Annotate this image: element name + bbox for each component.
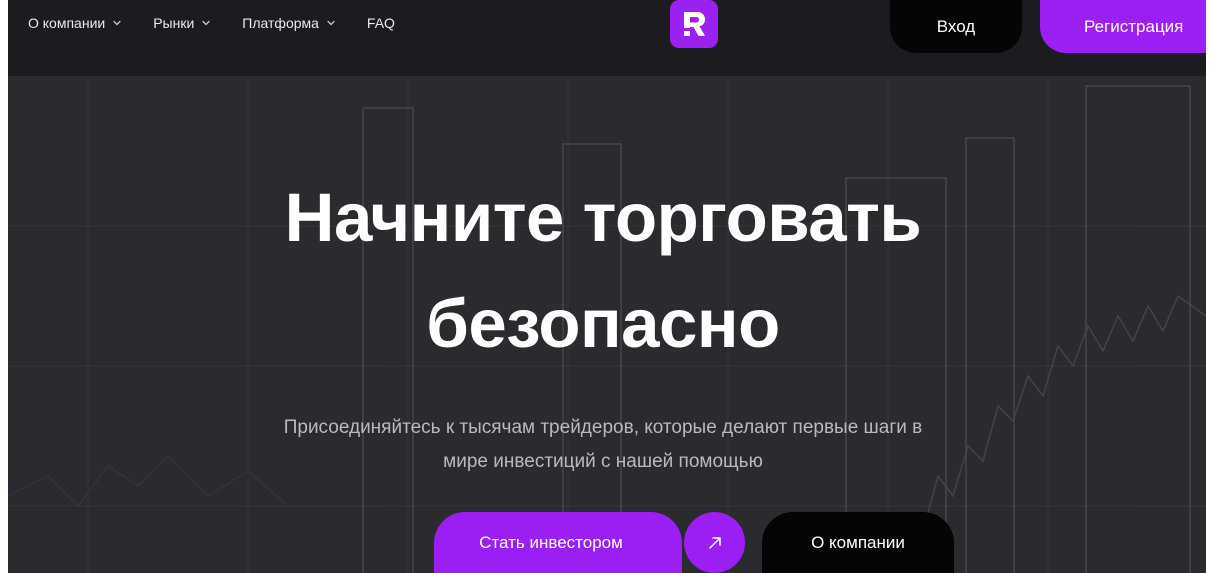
nav-item-1[interactable]: Рынки [153,15,212,31]
about-company-button[interactable]: О компании [762,512,954,573]
nav-item-3[interactable]: FAQ [367,15,395,31]
nav-item-0[interactable]: О компании [28,15,123,31]
hero-title: Начните торговать безопасно [8,165,1198,377]
nav-item-label: Рынки [153,15,195,31]
brand-logo[interactable] [670,0,718,48]
hero-title-line-2: безопасно [426,285,780,362]
hero-subtitle-line-1: Присоединяйтесь к тысячам трейдеров, кот… [283,417,923,438]
become-investor-button[interactable]: Стать инвестором [434,512,682,573]
nav-item-label: FAQ [366,15,395,31]
arrow-up-right-icon [708,536,721,549]
hero-subtitle-line-2: мире инвестиций с нашей помощью [443,451,763,472]
site-header: О компании Рынки Платформа FAQ Вход Регистр… [8,0,1206,76]
chevron-down-icon [113,20,121,26]
register-button[interactable]: Регистрация [1040,0,1206,53]
nav-item-label: Платформа [242,15,319,31]
brand-r-icon [684,12,705,36]
chevron-down-icon [327,20,335,26]
page-frame: О компании Рынки Платформа FAQ Вход Регистр… [8,0,1206,573]
hero-subtitle: Присоединяйтесь к тысячам трейдеров, кот… [8,411,1198,479]
chevron-down-icon [202,20,210,26]
nav-item-2[interactable]: Платформа [242,15,337,31]
login-button[interactable]: Вход [890,0,1022,53]
arrow-button[interactable] [684,512,745,573]
nav-item-label: О компании [28,15,106,31]
hero-title-line-1: Начните торговать [284,179,922,256]
main-nav: О компании Рынки Платформа FAQ [28,12,425,34]
